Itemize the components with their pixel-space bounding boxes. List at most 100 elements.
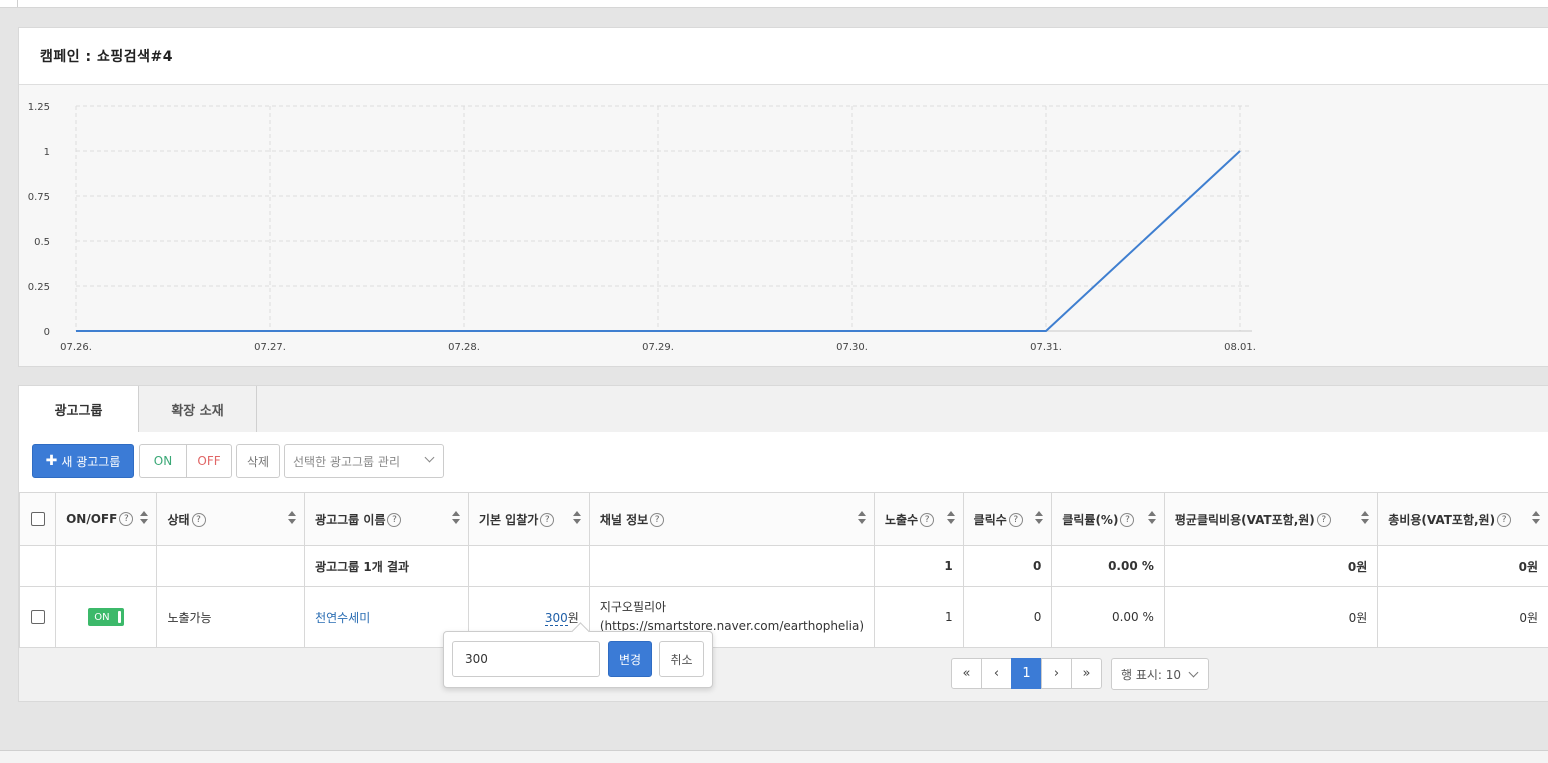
new-adgroup-button[interactable]: ✚ 새 광고그룹 bbox=[32, 444, 134, 478]
rows-per-page-select[interactable]: 행 표시: 10 bbox=[1111, 658, 1209, 690]
summary-impressions: 1 bbox=[874, 545, 964, 587]
col-clicks-label: 클릭수 bbox=[973, 512, 1007, 527]
sort-icon[interactable] bbox=[572, 511, 581, 525]
sort-icon[interactable] bbox=[451, 511, 460, 525]
col-total-cost-label: 총비용(VAT포함,원) bbox=[1388, 512, 1496, 527]
col-impressions-label: 노출수 bbox=[885, 512, 919, 527]
help-icon[interactable]: ? bbox=[920, 513, 935, 527]
x-tick-label: 08.01. bbox=[1224, 342, 1256, 353]
tab-adgroup[interactable]: 광고그룹 bbox=[19, 386, 139, 433]
summary-avg-cpc: 0원 bbox=[1163, 545, 1379, 587]
y-tick-label: 0.25 bbox=[28, 282, 50, 293]
row-select-cell bbox=[18, 586, 57, 648]
top-panel-edge bbox=[0, 0, 1548, 8]
col-channel-label: 채널 정보 bbox=[599, 512, 649, 527]
rows-per-page-label: 행 표시: 10 bbox=[1121, 667, 1182, 682]
sort-icon[interactable] bbox=[946, 511, 955, 525]
col-default-bid[interactable]: 기본 입찰가? bbox=[467, 492, 590, 546]
summary-cell bbox=[55, 545, 158, 587]
y-tick-label: 0.5 bbox=[34, 237, 50, 248]
page-last-button[interactable]: » bbox=[1071, 658, 1102, 689]
pagination: « ‹ 1 › » bbox=[951, 658, 1102, 689]
col-ctr-label: 클릭률(%) bbox=[1062, 512, 1119, 527]
bid-edit-link[interactable]: 300 bbox=[544, 610, 568, 626]
manage-selected-dropdown[interactable]: 선택한 광고그룹 관리 bbox=[284, 444, 444, 478]
summary-cell bbox=[467, 545, 590, 587]
campaign-title: 캠페인 : 쇼핑검색#4 bbox=[19, 28, 1548, 85]
help-icon[interactable]: ? bbox=[387, 513, 402, 527]
col-default-bid-label: 기본 입찰가 bbox=[478, 512, 539, 527]
sort-icon[interactable] bbox=[288, 511, 297, 525]
help-icon[interactable]: ? bbox=[1008, 513, 1023, 527]
row-total-cost: 0원 bbox=[1377, 586, 1548, 648]
col-ctr[interactable]: 클릭률(%)? bbox=[1051, 492, 1165, 546]
bid-input[interactable] bbox=[452, 641, 600, 677]
page-prev-button[interactable]: ‹ bbox=[981, 658, 1012, 689]
chevron-down-icon bbox=[424, 452, 435, 463]
help-icon[interactable]: ? bbox=[1120, 513, 1135, 527]
row-avg-cpc: 0원 bbox=[1163, 586, 1379, 648]
tab-extension-creative[interactable]: 확장 소재 bbox=[139, 386, 257, 432]
summary-ctr: 0.00 % bbox=[1051, 545, 1165, 587]
adgroup-table: ON/OFF? 상태? 광고그룹 이름? 기본 입찰가? 채널 정보? 노출수?… bbox=[18, 492, 1548, 648]
summary-cell bbox=[588, 545, 876, 587]
y-tick-label: 1 bbox=[44, 147, 50, 158]
plus-icon: ✚ bbox=[45, 453, 58, 469]
campaign-chart-panel: 캠페인 : 쇼핑검색#4 1.25 1 0.75 0.5 0.25 0 07.26. 07.2… bbox=[18, 27, 1548, 367]
col-channel[interactable]: 채널 정보? bbox=[588, 492, 876, 546]
col-impressions[interactable]: 노출수? bbox=[874, 492, 964, 546]
help-icon[interactable]: ? bbox=[191, 513, 206, 527]
toggle-knob bbox=[118, 611, 122, 623]
col-clicks[interactable]: 클릭수? bbox=[962, 492, 1053, 546]
page-first-button[interactable]: « bbox=[951, 658, 982, 689]
sort-icon[interactable] bbox=[1532, 511, 1540, 525]
bid-edit-popover: 변경 취소 bbox=[443, 622, 713, 688]
col-total-cost[interactable]: 총비용(VAT포함,원)? bbox=[1377, 492, 1548, 546]
adgroup-panel: 광고그룹 확장 소재 ✚ 새 광고그룹 ON OFF 삭제 선택한 광고그룹 관… bbox=[18, 385, 1548, 702]
help-icon[interactable]: ? bbox=[119, 512, 134, 527]
help-icon[interactable]: ? bbox=[650, 513, 665, 527]
bulk-off-button[interactable]: OFF bbox=[186, 444, 232, 478]
col-onoff-label: ON/OFF bbox=[66, 511, 118, 526]
row-status: 노출가능 bbox=[156, 586, 306, 648]
summary-clicks: 0 bbox=[962, 545, 1053, 587]
onoff-toggle[interactable]: ON bbox=[88, 608, 125, 626]
tab-bar: 광고그룹 확장 소재 bbox=[19, 386, 1548, 433]
bottom-panel-edge bbox=[0, 751, 1548, 763]
x-tick-label: 07.28. bbox=[448, 342, 480, 353]
sort-icon[interactable] bbox=[1361, 511, 1370, 525]
x-tick-label: 07.31. bbox=[1030, 342, 1062, 353]
col-avg-cpc[interactable]: 평균클릭비용(VAT포함,원)? bbox=[1163, 492, 1379, 546]
page-next-button[interactable]: › bbox=[1041, 658, 1072, 689]
sort-icon[interactable] bbox=[1147, 511, 1156, 525]
sort-icon[interactable] bbox=[140, 511, 149, 525]
bulk-on-button[interactable]: ON bbox=[139, 444, 186, 478]
page-current[interactable]: 1 bbox=[1011, 658, 1042, 689]
bid-unit: 원 bbox=[567, 610, 579, 625]
sort-icon[interactable] bbox=[858, 511, 867, 525]
sort-icon[interactable] bbox=[1035, 511, 1044, 525]
col-onoff[interactable]: ON/OFF? bbox=[55, 492, 158, 546]
y-tick-label: 0.75 bbox=[28, 192, 50, 203]
help-icon[interactable]: ? bbox=[1497, 513, 1512, 527]
help-icon[interactable]: ? bbox=[540, 513, 555, 527]
bid-cancel-button[interactable]: 취소 bbox=[659, 641, 704, 677]
adgroup-name-link[interactable]: 천연수세미 bbox=[315, 611, 370, 625]
col-status[interactable]: 상태? bbox=[156, 492, 306, 546]
plot-area bbox=[76, 106, 1252, 331]
row-clicks: 0 bbox=[962, 586, 1053, 648]
new-adgroup-label: 새 광고그룹 bbox=[61, 454, 121, 469]
summary-cell bbox=[18, 545, 57, 587]
select-all-checkbox[interactable] bbox=[30, 512, 45, 527]
delete-button[interactable]: 삭제 bbox=[236, 444, 280, 478]
col-avg-cpc-label: 평균클릭비용(VAT포함,원) bbox=[1174, 512, 1315, 527]
bid-change-button[interactable]: 변경 bbox=[608, 641, 652, 677]
col-adgroup-name[interactable]: 광고그룹 이름? bbox=[304, 492, 469, 546]
help-icon[interactable]: ? bbox=[1316, 513, 1331, 527]
x-tick-label: 07.27. bbox=[254, 342, 286, 353]
summary-cell bbox=[156, 545, 306, 587]
manage-selected-label: 선택한 광고그룹 관리 bbox=[293, 454, 400, 469]
row-checkbox[interactable] bbox=[30, 610, 45, 625]
summary-label: 광고그룹 1개 결과 bbox=[304, 545, 469, 587]
table-header-row: ON/OFF? 상태? 광고그룹 이름? 기본 입찰가? 채널 정보? 노출수?… bbox=[18, 492, 1548, 546]
